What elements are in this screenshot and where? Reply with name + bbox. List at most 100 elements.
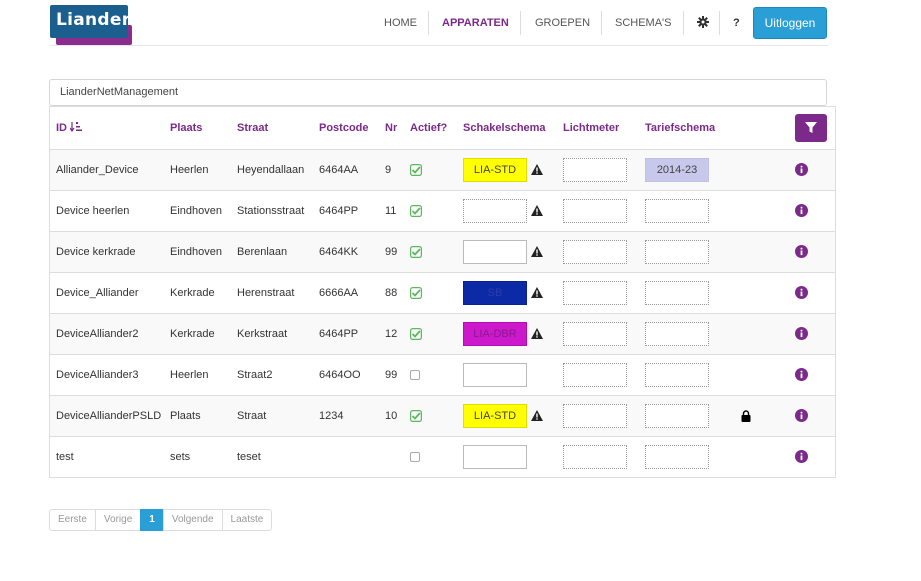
cell-nr: 12	[385, 313, 410, 355]
page-next[interactable]: Volgende	[162, 509, 223, 531]
col-header-actief[interactable]: Actief?	[410, 107, 463, 150]
col-header-tariefschema[interactable]: Tariefschema	[645, 107, 741, 150]
cell-tariefschema	[645, 395, 741, 437]
page-current[interactable]: 1	[140, 509, 164, 531]
check-icon[interactable]	[410, 245, 422, 258]
tariefschema-select[interactable]	[645, 198, 709, 223]
table-row[interactable]: Alliander_Device Heerlen Heyendallaan 6464A…	[50, 149, 835, 191]
nav-schemas[interactable]: SCHEMA'S	[615, 9, 672, 37]
page-last[interactable]: Laatste	[221, 509, 273, 531]
cell-info	[795, 190, 835, 232]
schakelschema-select[interactable]: LIA-STD	[463, 403, 527, 428]
check-icon[interactable]	[410, 204, 422, 217]
cell-straat: teset	[237, 436, 319, 477]
col-header-lichtmeter[interactable]: Lichtmeter	[563, 107, 645, 150]
col-header-id[interactable]: ID	[50, 107, 170, 150]
col-header-schakelschema[interactable]: Schakelschema	[463, 107, 563, 150]
lichtmeter-select[interactable]	[563, 403, 627, 428]
lichtmeter-select[interactable]	[563, 321, 627, 346]
lichtmeter-select[interactable]	[563, 280, 627, 305]
cell-info	[795, 395, 835, 437]
col-header-straat[interactable]: Straat	[237, 107, 319, 150]
cell-plaats: Plaats	[170, 395, 237, 437]
tariefschema-select[interactable]	[645, 321, 709, 346]
table-row[interactable]: Device kerkrade Eindhoven Berenlaan 6464KK 9…	[50, 231, 835, 273]
cell-id: test	[50, 436, 170, 477]
logout-button[interactable]: Uitloggen	[753, 7, 827, 39]
col-header-nr[interactable]: Nr	[385, 107, 410, 150]
check-icon[interactable]	[410, 409, 422, 422]
tariefschema-select[interactable]	[645, 403, 709, 428]
check-icon[interactable]	[410, 286, 422, 299]
cell-postcode: 6666AA	[319, 272, 385, 314]
empty-checkbox-icon[interactable]	[410, 451, 420, 462]
cell-id: Device_Alliander	[50, 272, 170, 314]
cell-actief	[410, 395, 463, 437]
table-row[interactable]: Device heerlen Eindhoven Stationsstraat 646…	[50, 190, 835, 232]
info-icon[interactable]	[795, 163, 808, 176]
cell-tariefschema	[645, 190, 741, 232]
info-icon[interactable]	[795, 450, 808, 464]
nav-divider	[719, 11, 720, 35]
info-icon[interactable]	[795, 327, 808, 340]
schakelschema-select[interactable]	[463, 239, 527, 264]
check-icon[interactable]	[410, 163, 422, 176]
col-header-postcode[interactable]: Postcode	[319, 107, 385, 150]
cell-schakelschema	[463, 190, 563, 232]
schakelschema-select[interactable]	[463, 362, 527, 387]
top-header: Liander HOME APPARATEN GROEPEN SCHEMA'S …	[0, 0, 921, 46]
cell-plaats: sets	[170, 436, 237, 477]
nav-groepen[interactable]: GROEPEN	[535, 9, 590, 37]
cell-tariefschema: 2014-23	[645, 149, 741, 191]
devices-table: ID Plaats Straat Postcode Nr Actief? Sch…	[49, 106, 836, 478]
cell-straat: Heyendallaan	[237, 149, 319, 191]
cell-plaats: Heerlen	[170, 149, 237, 191]
cell-info	[795, 272, 835, 314]
info-icon[interactable]	[795, 245, 808, 258]
filter-button[interactable]	[795, 113, 827, 142]
info-icon[interactable]	[795, 368, 808, 381]
tariefschema-select[interactable]	[645, 362, 709, 387]
lichtmeter-select[interactable]	[563, 198, 627, 223]
nav-divider	[520, 11, 521, 35]
schakelschema-select[interactable]: LIA-STD	[463, 157, 527, 182]
schakelschema-select[interactable]	[463, 444, 527, 469]
cell-info	[795, 354, 835, 396]
cell-tariefschema	[645, 272, 741, 314]
cell-plaats: Kerkrade	[170, 272, 237, 314]
tariefschema-select[interactable]	[645, 239, 709, 264]
lichtmeter-select[interactable]	[563, 444, 627, 469]
tariefschema-select[interactable]	[645, 280, 709, 305]
table-row[interactable]: DeviceAlliander3 Heerlen Straat2 6464OO 99	[50, 354, 835, 396]
page-prev[interactable]: Vorige	[94, 509, 142, 531]
gear-icon[interactable]	[697, 16, 709, 28]
empty-checkbox-icon[interactable]	[410, 369, 420, 380]
nav-apparaten[interactable]: APPARATEN	[442, 9, 509, 37]
info-icon[interactable]	[795, 286, 808, 299]
nav-home[interactable]: HOME	[384, 9, 417, 37]
info-icon[interactable]	[795, 409, 808, 422]
info-icon[interactable]	[795, 204, 808, 217]
liander-logo[interactable]: Liander	[50, 5, 132, 45]
tariefschema-select[interactable]	[645, 444, 709, 469]
table-row[interactable]: DeviceAllianderPSLD Plaats Straat 1234 10 LIA…	[50, 395, 835, 437]
col-header-plaats[interactable]: Plaats	[170, 107, 237, 150]
check-icon[interactable]	[410, 327, 422, 340]
table-row[interactable]: Device_Alliander Kerkrade Herenstraat 6666A…	[50, 272, 835, 314]
table-row[interactable]: test sets teset	[50, 436, 835, 477]
sort-alpha-icon[interactable]	[70, 121, 82, 132]
lichtmeter-select[interactable]	[563, 362, 627, 387]
schakelschema-select[interactable]: SB	[463, 280, 527, 305]
page-first[interactable]: Eerste	[49, 509, 96, 531]
table-row[interactable]: DeviceAlliander2 Kerkrade Kerkstraat 6464PP…	[50, 313, 835, 355]
help-link[interactable]: ?	[733, 9, 740, 37]
cell-id: DeviceAlliander2	[50, 313, 170, 355]
network-search-field[interactable]: LianderNetManagement	[49, 79, 827, 106]
cell-postcode: 6464PP	[319, 313, 385, 355]
lichtmeter-select[interactable]	[563, 157, 627, 182]
cell-nr: 99	[385, 354, 410, 396]
schakelschema-select[interactable]	[463, 198, 527, 223]
schakelschema-select[interactable]: LIA-DBR	[463, 321, 527, 346]
tariefschema-select[interactable]: 2014-23	[645, 157, 709, 182]
lichtmeter-select[interactable]	[563, 239, 627, 264]
